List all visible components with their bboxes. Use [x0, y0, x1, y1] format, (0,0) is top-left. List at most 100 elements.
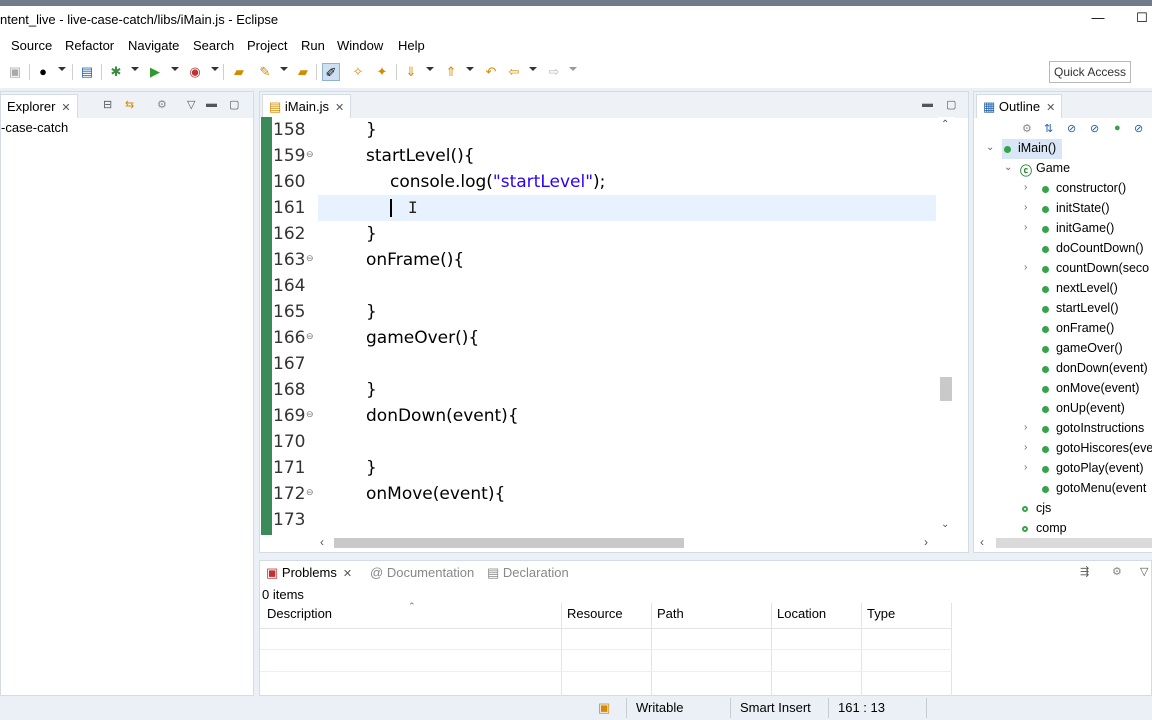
- code-line[interactable]: [318, 507, 938, 533]
- outline-item[interactable]: gotoInstructions: [1056, 421, 1144, 435]
- scroll-left-icon[interactable]: ‹: [980, 535, 984, 549]
- chevron-down-icon[interactable]: ⌄: [1004, 162, 1012, 173]
- close-icon[interactable]: ✕: [1046, 102, 1055, 114]
- outline-horizontal-scrollbar[interactable]: ‹: [974, 535, 1152, 551]
- outline-item[interactable]: countDown(seco: [1056, 261, 1149, 275]
- external-tools-icon[interactable]: ◉: [186, 63, 204, 81]
- open-type-icon[interactable]: ▰: [294, 63, 312, 81]
- fold-collapse-icon[interactable]: ⊖: [306, 149, 314, 160]
- outline-item[interactable]: doCountDown(): [1056, 241, 1144, 255]
- console-icon[interactable]: ▤: [78, 63, 96, 81]
- chevron-right-icon[interactable]: ›: [1024, 262, 1027, 273]
- code-line[interactable]: onMove(event){: [318, 481, 938, 507]
- code-line[interactable]: }: [318, 299, 938, 325]
- code-line[interactable]: }: [318, 117, 938, 143]
- column-resource[interactable]: Resource: [567, 606, 623, 621]
- outline-item[interactable]: donDown(event): [1056, 361, 1148, 375]
- sort-icon[interactable]: ⇅: [1044, 122, 1053, 135]
- outline-item[interactable]: initGame(): [1056, 221, 1114, 235]
- outline-item[interactable]: constructor(): [1056, 181, 1126, 195]
- hide-static-icon[interactable]: ⊘: [1090, 122, 1099, 135]
- maximize-view-icon[interactable]: ▢: [229, 98, 239, 111]
- filters-icon[interactable]: ⇶: [1080, 565, 1089, 578]
- tab-problems[interactable]: ▣ Problems ✕: [260, 561, 358, 585]
- editor-vertical-scrollbar[interactable]: ⌃ ⌄: [938, 117, 954, 535]
- menu-source[interactable]: Source: [11, 38, 52, 53]
- minimize-view-icon[interactable]: ▬: [206, 98, 217, 110]
- code-line[interactable]: startLevel(){: [318, 143, 938, 169]
- sort-ascending-icon[interactable]: ⌃: [408, 601, 416, 612]
- chevron-right-icon[interactable]: ›: [1024, 222, 1027, 233]
- chevron-right-icon[interactable]: ›: [1024, 202, 1027, 213]
- outline-item[interactable]: cjs: [1036, 501, 1051, 515]
- tab-declaration[interactable]: ▤ Declaration: [481, 561, 575, 585]
- code-editor[interactable]: } startLevel(){console.log("startLevel");…: [318, 117, 938, 535]
- fold-collapse-icon[interactable]: ⊖: [306, 331, 314, 342]
- scroll-right-icon[interactable]: ›: [924, 535, 928, 549]
- outline-item[interactable]: initState(): [1056, 201, 1110, 215]
- fold-collapse-icon[interactable]: ⊖: [306, 253, 314, 264]
- tab-outline[interactable]: ▦ Outline ✕: [976, 94, 1063, 118]
- task-progress-icon[interactable]: ▣: [598, 700, 610, 716]
- chevron-right-icon[interactable]: ›: [1024, 182, 1027, 193]
- menu-navigate[interactable]: Navigate: [128, 38, 179, 53]
- save-all-icon[interactable]: ▣: [6, 63, 24, 81]
- column-location[interactable]: Location: [777, 606, 826, 621]
- menu-run[interactable]: Run: [301, 38, 325, 53]
- horizontal-scroll-thumb[interactable]: [334, 538, 684, 548]
- outline-item[interactable]: gotoMenu(event: [1056, 481, 1146, 495]
- scroll-left-icon[interactable]: ‹: [320, 535, 324, 549]
- menu-project[interactable]: Project: [247, 38, 287, 53]
- run-icon[interactable]: ▶: [146, 63, 164, 81]
- code-line[interactable]: donDown(event){: [318, 403, 938, 429]
- code-line[interactable]: [318, 351, 938, 377]
- maximize-view-icon[interactable]: ▢: [946, 98, 956, 111]
- last-edit-location-icon[interactable]: ↶: [482, 63, 500, 81]
- chevron-right-icon[interactable]: ›: [1024, 462, 1027, 473]
- chevron-down-icon[interactable]: [529, 67, 537, 71]
- maximize-button[interactable]: ☐: [1132, 8, 1152, 28]
- code-line[interactable]: onFrame(){: [318, 247, 938, 273]
- chevron-down-icon[interactable]: [569, 67, 577, 71]
- debug-icon[interactable]: ✱: [107, 63, 125, 81]
- close-icon[interactable]: ✕: [61, 102, 70, 114]
- chevron-down-icon[interactable]: [131, 67, 139, 71]
- code-line[interactable]: gameOver(){: [318, 325, 938, 351]
- back-arrow-icon[interactable]: ⇦: [505, 63, 523, 81]
- outline-tree[interactable]: ⌄ iMain() ⌄ ⓒ Game › constructor() › initState()…: [974, 139, 1152, 535]
- outline-item[interactable]: Game: [1036, 161, 1070, 175]
- close-icon[interactable]: ✕: [343, 568, 352, 580]
- chevron-right-icon[interactable]: ›: [1024, 422, 1027, 433]
- outline-item[interactable]: onFrame(): [1056, 321, 1114, 335]
- outline-item[interactable]: nextLevel(): [1056, 281, 1118, 295]
- collapse-all-icon[interactable]: ⊟: [103, 98, 112, 111]
- menu-search[interactable]: Search: [193, 38, 234, 53]
- code-line[interactable]: }: [318, 455, 938, 481]
- filter-icon[interactable]: ⚙: [157, 98, 167, 111]
- chevron-down-icon[interactable]: ▽: [1140, 565, 1148, 578]
- previous-annotation-icon[interactable]: ⇑: [442, 63, 460, 81]
- open-folder-icon[interactable]: ▰: [230, 63, 248, 81]
- view-menu-icon[interactable]: ▽: [187, 98, 195, 111]
- fold-collapse-icon[interactable]: ⊖: [306, 409, 314, 420]
- minimize-view-icon[interactable]: ▬: [922, 98, 933, 110]
- chevron-down-icon[interactable]: [211, 67, 219, 71]
- hide-local-icon[interactable]: ⊘: [1134, 122, 1143, 135]
- outline-item[interactable]: onMove(event): [1056, 381, 1139, 395]
- outline-item[interactable]: gotoHiscores(eve: [1056, 441, 1152, 455]
- code-line[interactable]: [318, 273, 938, 299]
- chevron-down-icon[interactable]: [280, 67, 288, 71]
- code-line[interactable]: }: [318, 377, 938, 403]
- link-editor-icon[interactable]: ⇆: [125, 98, 134, 111]
- minimize-button[interactable]: —: [1088, 8, 1108, 28]
- new-wizard-icon[interactable]: ✎: [256, 63, 274, 81]
- outline-item[interactable]: iMain(): [1018, 141, 1056, 155]
- code-line[interactable]: I: [318, 195, 938, 221]
- user-icon[interactable]: ●: [34, 63, 52, 81]
- scroll-up-icon[interactable]: ⌃: [941, 119, 949, 130]
- quick-access-field[interactable]: Quick Access: [1049, 61, 1131, 83]
- chevron-down-icon[interactable]: [426, 67, 434, 71]
- tab-explorer[interactable]: Explorer ✕: [0, 94, 78, 118]
- outline-item[interactable]: onUp(event): [1056, 401, 1125, 415]
- forward-arrow-icon[interactable]: ⇨: [545, 63, 563, 81]
